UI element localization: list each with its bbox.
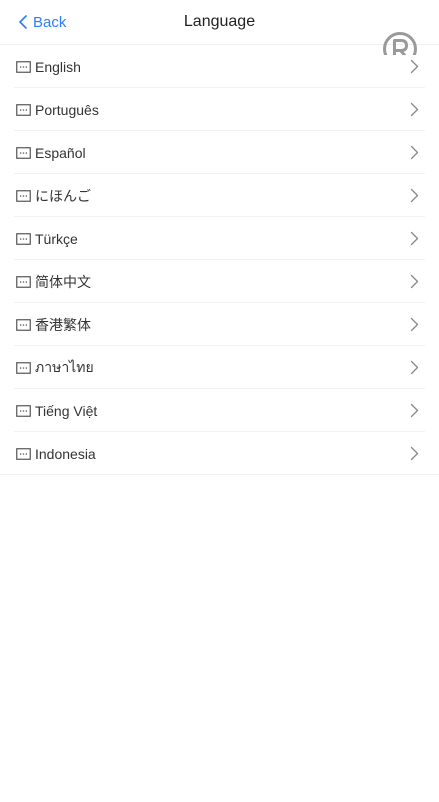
language-label: English (35, 58, 81, 75)
language-list: English Português Español にほんご Türkçe 简体… (0, 45, 439, 475)
language-item[interactable]: Tiếng Việt (0, 389, 439, 432)
language-label: Español (35, 144, 86, 161)
language-label: Português (35, 101, 99, 118)
language-label: 香港繁体 (35, 316, 91, 333)
language-label: にほんご (35, 187, 91, 204)
back-label: Back (33, 13, 67, 31)
page-title: Language (183, 13, 256, 30)
language-item[interactable]: 香港繁体 (0, 303, 439, 346)
message-icon (16, 361, 31, 374)
language-label: Indonesia (35, 445, 96, 462)
chevron-right-icon (410, 317, 419, 332)
language-item[interactable]: Español (0, 131, 439, 174)
message-icon (16, 404, 31, 417)
message-icon (16, 447, 31, 460)
message-icon (16, 103, 31, 116)
chevron-right-icon (410, 145, 419, 160)
chevron-right-icon (410, 360, 419, 375)
language-label: ภาษาไทย (35, 358, 94, 375)
message-icon (16, 60, 31, 73)
language-item[interactable]: Indonesia (0, 432, 439, 475)
chevron-right-icon (410, 102, 419, 117)
message-icon (16, 146, 31, 159)
message-icon (16, 232, 31, 245)
nav-bar: Back Language (0, 0, 439, 55)
chevron-right-icon (410, 446, 419, 461)
back-button[interactable]: Back (18, 0, 66, 44)
language-item[interactable]: 简体中文 (0, 260, 439, 303)
language-item[interactable]: Türkçe (0, 217, 439, 260)
language-label: 简体中文 (35, 273, 91, 290)
language-item[interactable]: Português (0, 88, 439, 131)
chevron-left-icon (18, 15, 28, 29)
chevron-right-icon (410, 188, 419, 203)
message-icon (16, 318, 31, 331)
chevron-right-icon (410, 274, 419, 289)
message-icon (16, 275, 31, 288)
chevron-right-icon (410, 231, 419, 246)
language-item[interactable]: English (0, 45, 439, 88)
language-label: Tiếng Việt (35, 402, 98, 419)
language-label: Türkçe (35, 230, 78, 247)
chevron-right-icon (410, 59, 419, 74)
chevron-right-icon (410, 403, 419, 418)
message-icon (16, 189, 31, 202)
language-item[interactable]: にほんご (0, 174, 439, 217)
language-page: Back Language English Português Español … (0, 0, 439, 802)
language-item[interactable]: ภาษาไทย (0, 346, 439, 389)
